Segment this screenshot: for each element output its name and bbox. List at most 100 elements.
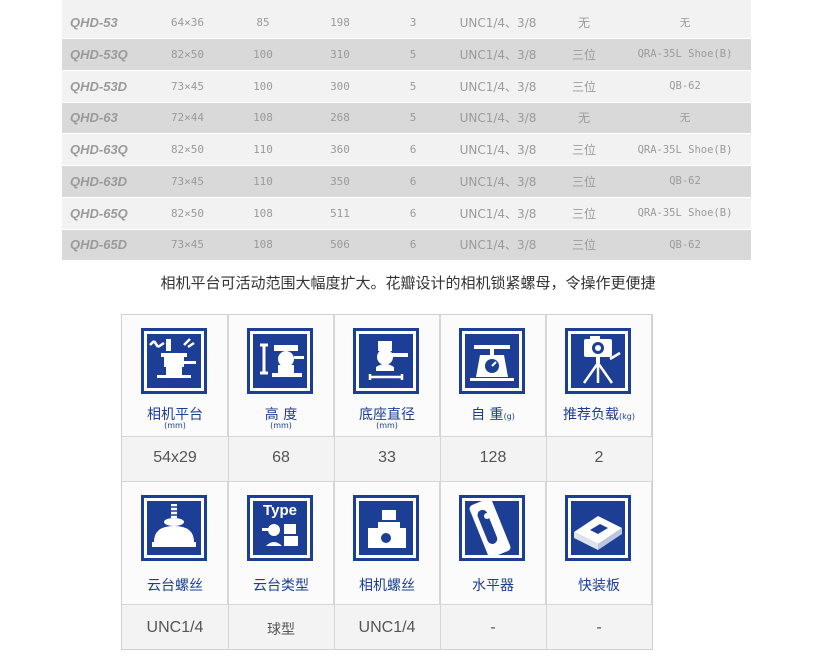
value-spirit-level: - <box>490 619 496 636</box>
spec-cell-model: QHD-53Q <box>62 38 150 71</box>
spec-row: QHD-53 64×36 85 198 3 UNC1/4、3/8 无无 <box>62 0 751 39</box>
spec-cell-plate: 无 <box>619 0 751 39</box>
spec-cell-load: 6 <box>379 197 447 230</box>
spec-cell-plate: QRA-35L Shoe(B) <box>619 133 751 166</box>
grid-col-sep-3 <box>440 315 441 649</box>
spec-cell-model: QHD-63Q <box>62 133 150 166</box>
spec-cell-model: QHD-63 <box>62 102 150 135</box>
spec-cell-model: QHD-65D <box>62 229 150 262</box>
spec-table: QHD-53 64×36 85 198 3 UNC1/4、3/8 无无 QHD-53Q 82×5… <box>62 0 751 262</box>
value-camera-screw: UNC1/4 <box>358 619 416 636</box>
grid-cell-weight: 自 重(g) <box>440 315 546 649</box>
grid-col-sep-4 <box>546 315 547 649</box>
unit-camera-platform: (mm) <box>164 421 186 430</box>
spec-cell-level: 三位 <box>549 197 619 230</box>
quick-plate-icon <box>565 495 631 561</box>
unit-height: (mm) <box>270 421 292 430</box>
spec-cell-level: 三位 <box>549 165 619 198</box>
base-diameter-icon <box>353 328 419 394</box>
unit-weight: (g) <box>503 412 515 421</box>
spirit-level-icon <box>459 495 525 561</box>
spec-cell-weight: 268 <box>301 102 379 135</box>
spec-cell-thread: UNC1/4、3/8 <box>447 165 549 198</box>
label-camera-screw: 相机螺丝 <box>359 578 415 594</box>
label-weight-text: 自 重 <box>471 407 504 423</box>
grid-col-sep-2 <box>334 315 335 649</box>
spec-cell-size: 73×45 <box>150 165 225 198</box>
label-head-type: 云台类型 <box>253 578 309 594</box>
spec-row: QHD-63 72×44 108 268 5 UNC1/4、3/8 无无 <box>62 102 751 135</box>
spec-row: QHD-63D 73×45 110 350 6 UNC1/4、3/8 三位 QB-62 <box>62 165 751 198</box>
label-spirit-level: 水平器 <box>472 578 514 594</box>
spec-cell-size: 72×44 <box>150 102 225 135</box>
spec-cell-level: 无 <box>549 102 619 135</box>
spec-cell-load: 5 <box>379 102 447 135</box>
spec-cell-weight: 300 <box>301 70 379 103</box>
spec-cell-weight: 511 <box>301 197 379 230</box>
spec-row: QHD-53Q 82×50 100 310 5 UNC1/4、3/8 三位 QRA-35L S… <box>62 38 751 71</box>
value-weight: 128 <box>479 449 507 466</box>
value-recommended-load: 2 <box>594 449 604 466</box>
value-head-type: 球型 <box>267 622 295 638</box>
label-recommended-load-text: 推荐负载 <box>563 407 620 423</box>
spec-cell-weight: 350 <box>301 165 379 198</box>
spec-cell-load: 5 <box>379 38 447 71</box>
spec-cell-height: 108 <box>225 197 301 230</box>
spec-cell-level: 无 <box>549 0 619 39</box>
spec-cell-size: 82×50 <box>150 197 225 230</box>
spec-cell-thread: UNC1/4、3/8 <box>447 229 549 262</box>
spec-cell-thread: UNC1/4、3/8 <box>447 197 549 230</box>
grid-cell-base-diameter: 底座直径 (mm) <box>334 315 440 649</box>
spec-row: QHD-53D 73×45 100 300 5 UNC1/4、3/8 三位 QB-62 <box>62 70 751 103</box>
spec-icon-grid: 相机平台 (mm) 高 度 (mm) 底座直径 (mm) 自 重(g) 推荐负载… <box>121 314 653 650</box>
spec-row: QHD-63Q 82×50 110 360 6 UNC1/4、3/8 三位 QRA-35L S… <box>62 133 751 166</box>
label-weight: 自 重(g) <box>440 404 546 424</box>
grid-cell-recommended-load: 推荐负载(kg) <box>546 315 652 649</box>
spec-row: QHD-65Q 82×50 108 511 6 UNC1/4、3/8 三位 QRA-35L S… <box>62 197 751 230</box>
spec-cell-height: 110 <box>225 133 301 166</box>
spec-cell-thread: UNC1/4、3/8 <box>447 102 549 135</box>
spec-cell-level: 三位 <box>549 133 619 166</box>
spec-cell-plate: QB-62 <box>619 165 751 198</box>
head-screw-icon <box>141 495 207 561</box>
unit-base-diameter: (mm) <box>376 421 398 430</box>
spec-cell-level: 三位 <box>549 229 619 262</box>
spec-cell-plate: QRA-35L Shoe(B) <box>619 38 751 71</box>
spec-cell-level: 三位 <box>549 38 619 71</box>
spec-cell-load: 3 <box>379 0 447 39</box>
spec-cell-load: 6 <box>379 229 447 262</box>
spec-cell-load: 5 <box>379 70 447 103</box>
spec-cell-size: 82×50 <box>150 38 225 71</box>
spec-cell-weight: 360 <box>301 133 379 166</box>
spec-cell-model: QHD-53 <box>62 0 150 39</box>
head-type-icon-text: Type <box>263 502 297 519</box>
camera-platform-icon <box>141 328 207 394</box>
spec-cell-height: 108 <box>225 102 301 135</box>
head-type-icon: Type <box>247 495 313 561</box>
grid-divider-2 <box>122 481 652 482</box>
spec-cell-height: 100 <box>225 38 301 71</box>
label-quick-plate: 快装板 <box>578 578 620 594</box>
spec-cell-level: 三位 <box>549 70 619 103</box>
value-quick-plate: - <box>596 619 602 636</box>
grid-col-sep-1 <box>228 315 229 649</box>
value-base-diameter: 33 <box>378 449 396 466</box>
value-camera-platform: 54x29 <box>153 449 197 466</box>
tripod-camera-icon <box>565 328 631 394</box>
spec-cell-height: 108 <box>225 229 301 262</box>
spec-cell-load: 6 <box>379 165 447 198</box>
value-height: 68 <box>272 449 290 466</box>
spec-cell-plate: QB-62 <box>619 229 751 262</box>
camera-screw-icon <box>353 495 419 561</box>
scale-icon <box>459 328 525 394</box>
spec-cell-thread: UNC1/4、3/8 <box>447 70 549 103</box>
spec-cell-size: 82×50 <box>150 133 225 166</box>
spec-cell-weight: 506 <box>301 229 379 262</box>
spec-cell-height: 110 <box>225 165 301 198</box>
spec-cell-height: 85 <box>225 0 301 39</box>
spec-cell-plate: QB-62 <box>619 70 751 103</box>
spec-cell-model: QHD-63D <box>62 165 150 198</box>
spec-cell-plate: 无 <box>619 102 751 135</box>
spec-cell-weight: 198 <box>301 0 379 39</box>
spec-cell-thread: UNC1/4、3/8 <box>447 38 549 71</box>
